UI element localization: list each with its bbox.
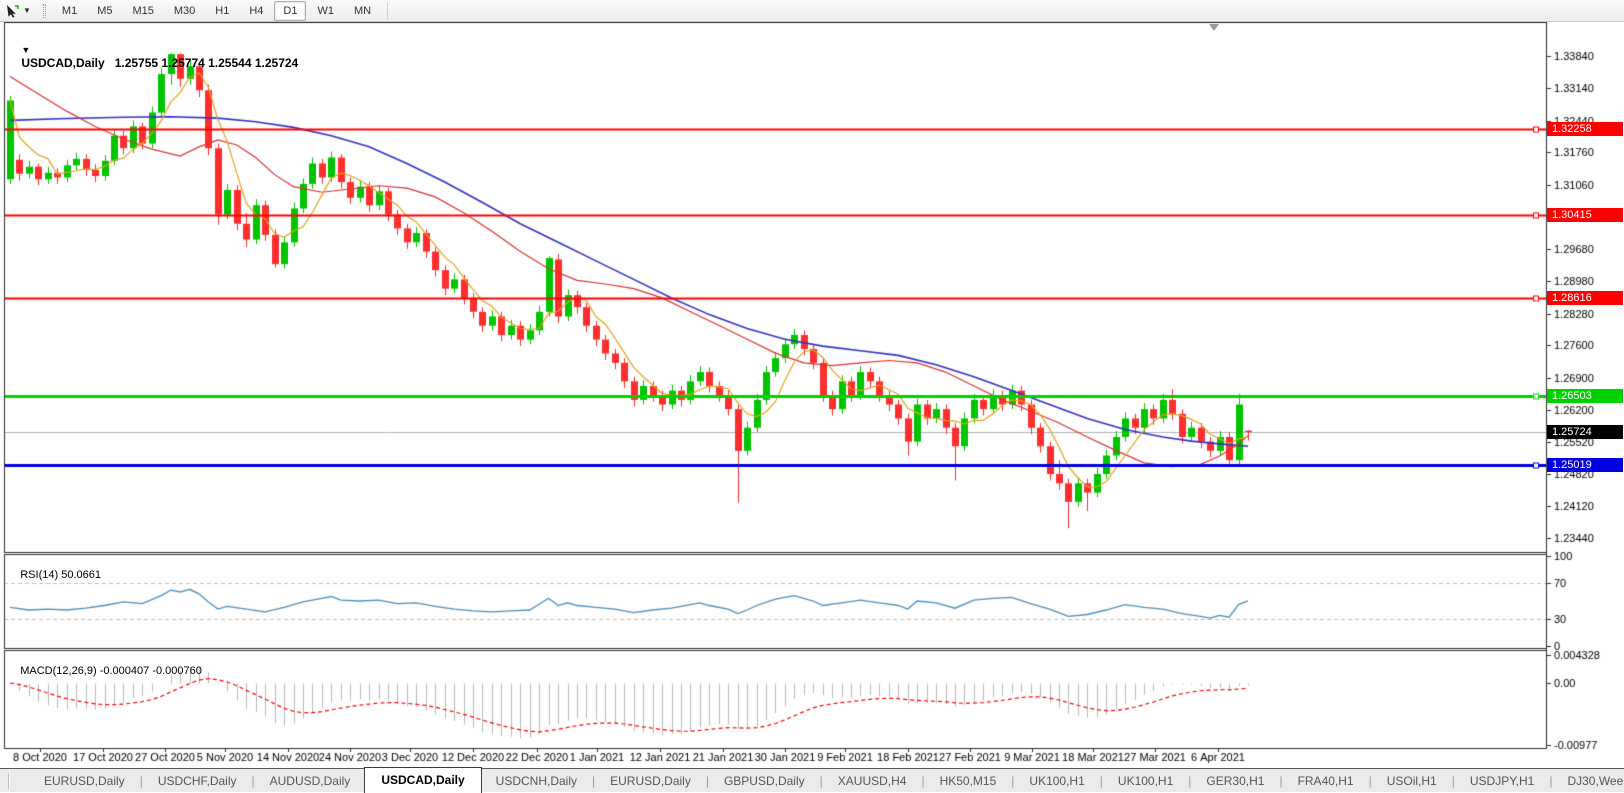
cursor-crosshair-icon bbox=[7, 4, 19, 18]
timeframe-button-M5[interactable]: M5 bbox=[88, 1, 121, 21]
timeframe-button-M30[interactable]: M30 bbox=[165, 1, 204, 21]
tab-bar-grip bbox=[8, 772, 10, 789]
tab-list: EURUSD,Daily | USDCHF,Daily | AUDUSD,Daily US… bbox=[30, 766, 1624, 793]
rsi-indicator-label: RSI(14) 50.0661 bbox=[20, 569, 101, 581]
tab-FRA40-H1[interactable]: FRA40,H1 bbox=[1284, 770, 1368, 792]
chart-window: ▼ USDCAD,Daily 1.25755 1.25774 1.25544 1.… bbox=[0, 22, 1624, 768]
tab-USDCNH-Daily[interactable]: USDCNH,Daily bbox=[482, 770, 591, 792]
timeframe-button-D1[interactable]: D1 bbox=[274, 0, 307, 21]
toolbar-drag-handle[interactable] bbox=[42, 3, 46, 18]
timeframe-button-M1[interactable]: M1 bbox=[53, 1, 86, 21]
cursor-tool-button[interactable]: ▼ bbox=[0, 0, 35, 21]
timeframe-button-W1[interactable]: W1 bbox=[308, 1, 343, 21]
chevron-down-icon[interactable]: ▼ bbox=[23, 6, 31, 15]
chart-tab-bar: EURUSD,Daily | USDCHF,Daily | AUDUSD,Daily US… bbox=[0, 766, 1624, 793]
price-flag-support-green: 1.26503 bbox=[1547, 389, 1623, 403]
tab-EURUSD-Daily[interactable]: EURUSD,Daily bbox=[30, 770, 139, 792]
tab-GBPUSD-Daily[interactable]: GBPUSD,Daily bbox=[710, 770, 819, 792]
tab-HK50-M15[interactable]: HK50,M15 bbox=[926, 770, 1011, 792]
timeframe-button-H4[interactable]: H4 bbox=[240, 1, 272, 21]
price-flag-resistance-1: 1.32258 bbox=[1547, 122, 1623, 136]
tab-USOil-H1[interactable]: USOil,H1 bbox=[1373, 770, 1451, 792]
tab-USDCHF-Daily[interactable]: USDCHF,Daily bbox=[144, 770, 251, 792]
price-flag-support-blue: 1.25019 bbox=[1547, 458, 1623, 472]
tab-GER30-H1[interactable]: GER30,H1 bbox=[1192, 770, 1278, 792]
tab-AUDUSD-Daily[interactable]: AUDUSD,Daily bbox=[256, 770, 365, 792]
price-chart-canvas[interactable] bbox=[0, 22, 1624, 768]
tab-UK100-H1[interactable]: UK100,H1 bbox=[1104, 770, 1187, 792]
price-flag-current-price: 1.25724 bbox=[1547, 425, 1623, 439]
macd-values: -0.000407 -0.000760 bbox=[99, 665, 202, 677]
price-flag-resistance-2: 1.30415 bbox=[1547, 208, 1623, 222]
chart-shift-marker-icon[interactable] bbox=[1209, 24, 1219, 31]
timeframe-button-H1[interactable]: H1 bbox=[206, 1, 238, 21]
top-toolbar: ▼ M1 M5 M15 M30 H1 H4 D1 W1 MN bbox=[0, 0, 1624, 22]
timeframe-button-M15[interactable]: M15 bbox=[123, 1, 162, 21]
ohlc-values: 1.25755 1.25774 1.25544 1.25724 bbox=[114, 56, 299, 70]
toolbar-separator bbox=[387, 2, 389, 19]
tab-USDJPY-H1[interactable]: USDJPY,H1 bbox=[1456, 770, 1548, 792]
timeframe-button-MN[interactable]: MN bbox=[345, 1, 380, 21]
rsi-value: 50.0661 bbox=[61, 569, 101, 581]
chart-title: ▼ USDCAD,Daily 1.25755 1.25774 1.25544 1.… bbox=[8, 28, 298, 84]
tab-EURUSD-Daily[interactable]: EURUSD,Daily bbox=[596, 770, 705, 792]
tab-DJ30-Weekly[interactable]: DJ30,Weekly bbox=[1553, 770, 1624, 792]
symbol-dropdown-icon[interactable]: ▼ bbox=[21, 45, 30, 55]
tab-XAUUSD-H4[interactable]: XAUUSD,H4 bbox=[824, 770, 921, 792]
tab-UK100-H1[interactable]: UK100,H1 bbox=[1015, 770, 1098, 792]
symbol-period-label: USDCAD,Daily bbox=[21, 56, 105, 70]
timeframe-button-group: M1 M5 M15 M30 H1 H4 D1 W1 MN bbox=[52, 0, 381, 21]
macd-indicator-label: MACD(12,26,9) -0.000407 -0.000760 bbox=[20, 665, 202, 677]
tab-USDCAD-Daily[interactable]: USDCAD,Daily bbox=[364, 766, 482, 793]
price-flag-resistance-3: 1.28616 bbox=[1547, 291, 1623, 305]
